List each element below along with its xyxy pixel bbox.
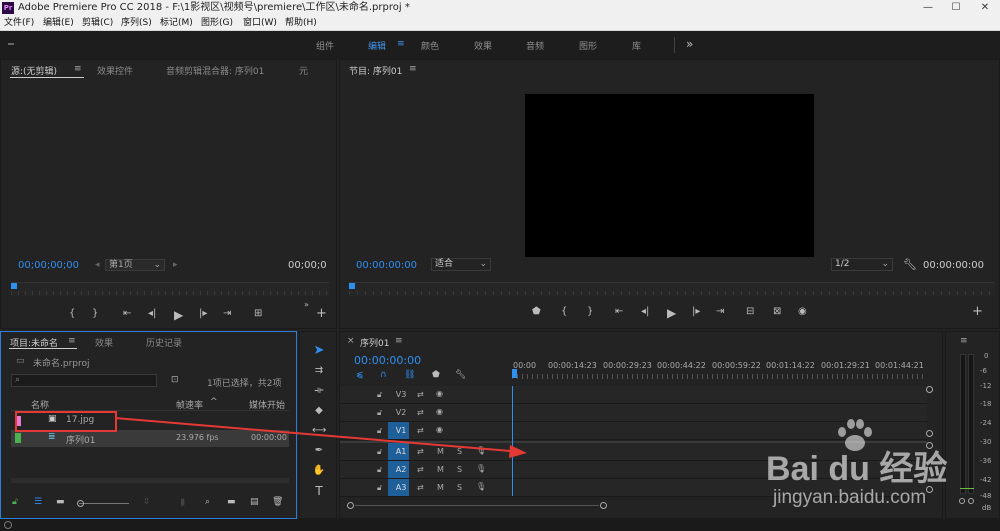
meter-tick-label: -12 — [980, 382, 992, 390]
arrow-head — [509, 445, 527, 458]
status-indicator-icon — [4, 521, 12, 529]
meter-tick-label: -48 — [980, 492, 992, 500]
meter-tick-label: 0 — [984, 352, 989, 360]
solo-right-button[interactable] — [968, 498, 974, 504]
meter-scale: 0 -6 -12 -18 -24 -30 -36 -42 -48 dB — [980, 352, 1000, 512]
meter-level — [960, 488, 974, 489]
meter-tick-label: -36 — [980, 457, 992, 465]
meter-tick-label: -18 — [980, 400, 992, 408]
solo-left-button[interactable] — [959, 498, 965, 504]
meter-menu-icon[interactable]: ≡ — [960, 336, 968, 346]
arrow-line — [114, 417, 511, 452]
meter-bar-right — [968, 354, 974, 494]
audio-meter-panel: ≡ 0 -6 -12 -18 -24 -30 -36 -42 -48 dB — [945, 331, 1000, 519]
meter-tick-label: -30 — [980, 438, 992, 446]
meter-tick-label: -6 — [980, 367, 987, 375]
meter-tick-label: -42 — [980, 476, 992, 484]
meter-tick-label: dB — [982, 504, 992, 512]
status-bar — [0, 519, 1000, 531]
annotation-arrow-overlay — [114, 417, 527, 458]
meter-bar-left — [960, 354, 966, 494]
meter-tick-label: -24 — [980, 419, 992, 427]
